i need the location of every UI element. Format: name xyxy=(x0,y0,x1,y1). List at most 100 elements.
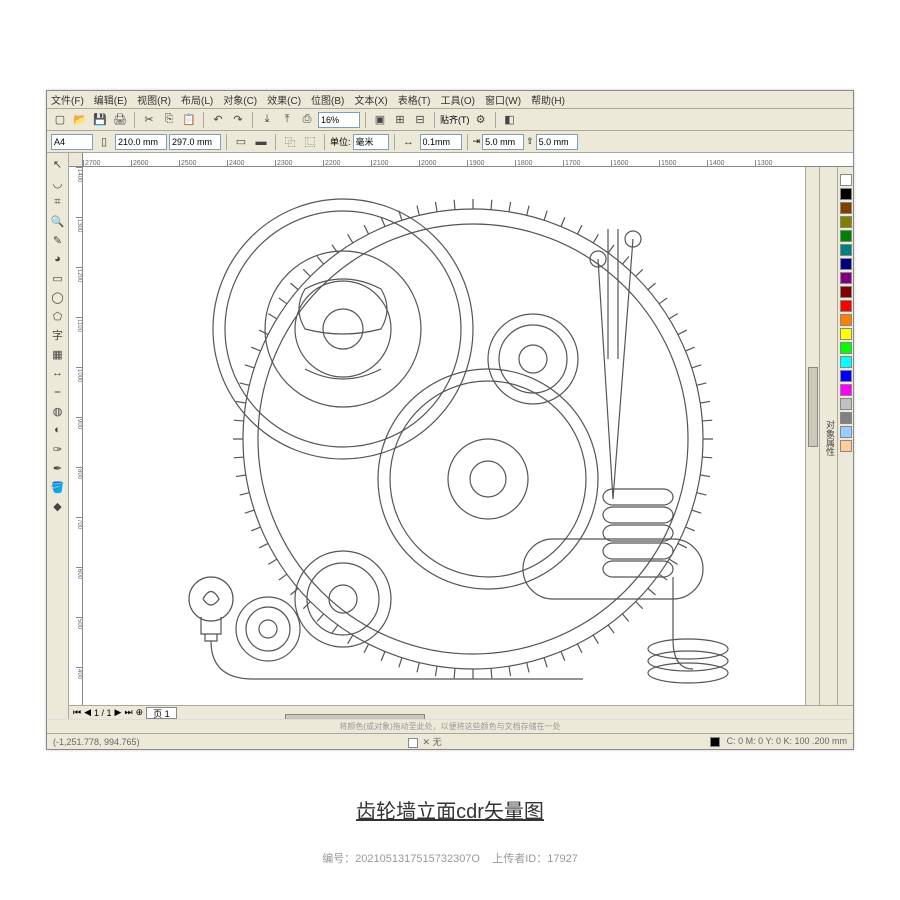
undo-icon[interactable]: ↶ xyxy=(209,111,227,129)
new-icon[interactable]: ▢ xyxy=(51,111,69,129)
ruler-vertical[interactable]: 14001300120011001000900800700600500400 xyxy=(69,167,83,705)
interactive-fill-icon[interactable]: ◆ xyxy=(49,497,67,515)
orient-portrait-icon[interactable]: ▭ xyxy=(232,133,250,151)
crop-tool-icon[interactable]: ⌗ xyxy=(49,193,67,211)
save-icon[interactable]: 💾 xyxy=(91,111,109,129)
table-tool-icon[interactable]: ▦ xyxy=(49,345,67,363)
smart-fill-icon[interactable]: ◕ xyxy=(49,250,67,268)
ruler-horizontal[interactable]: 2700260025002400230022002100200019001800… xyxy=(83,153,853,167)
color-swatch[interactable] xyxy=(840,342,852,354)
color-swatch[interactable] xyxy=(840,174,852,186)
transparency-tool-icon[interactable]: ◐ xyxy=(49,421,67,439)
color-swatch[interactable] xyxy=(840,188,852,200)
outline-swatch-icon[interactable] xyxy=(710,737,720,747)
cut-icon[interactable]: ✂ xyxy=(140,111,158,129)
portrait-icon[interactable]: ▯ xyxy=(95,133,113,151)
color-swatch[interactable] xyxy=(840,300,852,312)
orient-landscape-icon[interactable]: ▬ xyxy=(252,133,270,151)
menu-view[interactable]: 视图(R) xyxy=(137,92,171,107)
grid-icon[interactable]: ⊞ xyxy=(391,111,409,129)
menu-layout[interactable]: 布局(L) xyxy=(181,92,213,107)
color-swatch[interactable] xyxy=(840,230,852,242)
menu-tools[interactable]: 工具(O) xyxy=(441,92,475,107)
drawing-canvas[interactable] xyxy=(83,167,805,705)
menu-object[interactable]: 对象(C) xyxy=(223,92,257,107)
color-swatch[interactable] xyxy=(840,286,852,298)
fullscreen-icon[interactable]: ▣ xyxy=(371,111,389,129)
import-icon[interactable]: ⤓ xyxy=(258,111,276,129)
dimension-tool-icon[interactable]: ↔ xyxy=(49,364,67,382)
rectangle-tool-icon[interactable]: ▭ xyxy=(49,269,67,287)
color-swatch[interactable] xyxy=(840,384,852,396)
page-size-select[interactable] xyxy=(51,134,93,150)
publish-icon[interactable]: ⎙ xyxy=(298,111,316,129)
color-swatch[interactable] xyxy=(840,202,852,214)
connector-tool-icon[interactable]: ⎯ xyxy=(49,383,67,401)
fill-swatch-icon[interactable] xyxy=(408,738,418,748)
snap-label[interactable]: 贴齐(T) xyxy=(440,113,470,126)
guides-icon[interactable]: ⊟ xyxy=(411,111,429,129)
menu-table[interactable]: 表格(T) xyxy=(398,92,431,107)
dup-y-input[interactable] xyxy=(536,134,578,150)
scrollbar-vertical[interactable] xyxy=(805,167,819,705)
color-swatch[interactable] xyxy=(840,328,852,340)
menu-effect[interactable]: 效果(C) xyxy=(267,92,301,107)
units-select[interactable] xyxy=(353,134,389,150)
eyedropper-tool-icon[interactable]: ✑ xyxy=(49,440,67,458)
zoom-tool-icon[interactable]: 🔍 xyxy=(49,212,67,230)
nav-first-icon[interactable]: ⏮ xyxy=(73,707,81,718)
menu-file[interactable]: 文件(F) xyxy=(51,92,84,107)
color-swatch[interactable] xyxy=(840,272,852,284)
shape-tool-icon[interactable]: ◡ xyxy=(49,174,67,192)
zoom-input[interactable] xyxy=(318,112,360,128)
color-swatch[interactable] xyxy=(840,370,852,382)
color-swatch[interactable] xyxy=(840,314,852,326)
ruler-origin[interactable] xyxy=(69,153,83,167)
print-icon[interactable]: 🖨 xyxy=(111,111,129,129)
scrollbar-thumb-v[interactable] xyxy=(808,367,818,447)
dup-x-input[interactable] xyxy=(482,134,524,150)
ellipse-tool-icon[interactable]: ◯ xyxy=(49,288,67,306)
color-swatch[interactable] xyxy=(840,426,852,438)
polygon-tool-icon[interactable]: ⬠ xyxy=(49,307,67,325)
color-swatch[interactable] xyxy=(840,258,852,270)
nav-last-icon[interactable]: ⏭ xyxy=(124,707,132,718)
color-swatch[interactable] xyxy=(840,398,852,410)
text-tool-icon[interactable]: 字 xyxy=(49,326,67,344)
paste-icon[interactable]: 📋 xyxy=(180,111,198,129)
menu-bitmap[interactable]: 位图(B) xyxy=(311,92,344,107)
facing-icon[interactable]: ⿺ xyxy=(301,133,319,151)
export-icon[interactable]: ⤒ xyxy=(278,111,296,129)
color-swatch[interactable] xyxy=(840,412,852,424)
color-swatch[interactable] xyxy=(840,356,852,368)
color-well-hint: 将颜色(或对象)拖动至此处，以便将这些颜色与文档存储在一处 xyxy=(47,719,853,733)
add-page-icon[interactable]: ⊕ xyxy=(136,707,144,718)
launcher-icon[interactable]: ◧ xyxy=(501,111,519,129)
menubar: 文件(F) 编辑(E) 视图(R) 布局(L) 对象(C) 效果(C) 位图(B… xyxy=(47,91,853,109)
menu-help[interactable]: 帮助(H) xyxy=(531,92,565,107)
color-swatch[interactable] xyxy=(840,216,852,228)
page-width-input[interactable] xyxy=(115,134,167,150)
menu-text[interactable]: 文本(X) xyxy=(354,92,387,107)
menu-edit[interactable]: 编辑(E) xyxy=(94,92,127,107)
blend-tool-icon[interactable]: ◍ xyxy=(49,402,67,420)
freehand-tool-icon[interactable]: ✎ xyxy=(49,231,67,249)
nav-prev-icon[interactable]: ◀ xyxy=(84,707,91,718)
scrollbar-thumb-h[interactable] xyxy=(285,714,425,720)
outline-tool-icon[interactable]: ✒ xyxy=(49,459,67,477)
open-icon[interactable]: 📂 xyxy=(71,111,89,129)
color-swatch[interactable] xyxy=(840,440,852,452)
redo-icon[interactable]: ↷ xyxy=(229,111,247,129)
pick-tool-icon[interactable]: ↖ xyxy=(49,155,67,173)
fill-tool-icon[interactable]: 🪣 xyxy=(49,478,67,496)
copy-icon[interactable]: ⎘ xyxy=(160,111,178,129)
nav-next-icon[interactable]: ▶ xyxy=(115,707,122,718)
all-pages-icon[interactable]: ⿻ xyxy=(281,133,299,151)
docker-tab[interactable]: 对象属性 xyxy=(819,167,837,705)
color-swatch[interactable] xyxy=(840,244,852,256)
nudge-input[interactable] xyxy=(420,134,462,150)
menu-window[interactable]: 窗口(W) xyxy=(485,92,521,107)
page-tab[interactable]: 页 1 xyxy=(146,707,177,719)
options-icon[interactable]: ⚙ xyxy=(472,111,490,129)
page-height-input[interactable] xyxy=(169,134,221,150)
